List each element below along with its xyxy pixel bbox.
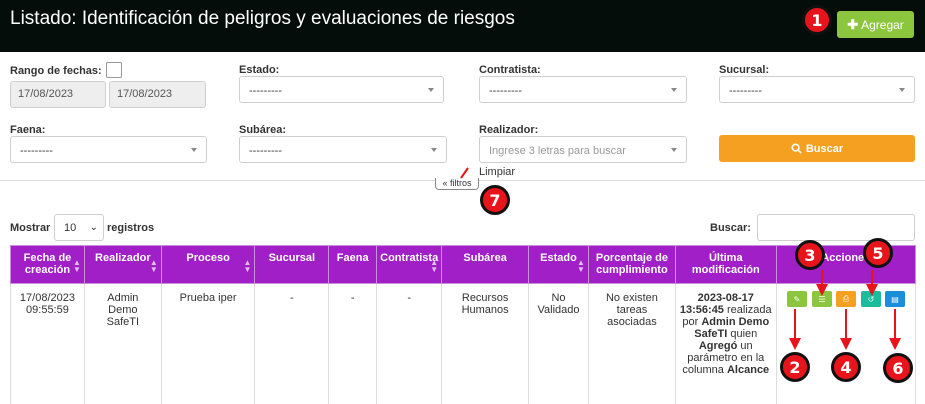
table-row: 17/08/2023 09:55:59 Admin Demo SafeTI Pr… — [10, 283, 917, 404]
pencil-icon: ✎ — [793, 294, 801, 304]
search-icon — [791, 143, 802, 154]
date-from-input[interactable]: 17/08/2023 — [10, 81, 106, 108]
page-header: Listado: Identificación de peligros y ev… — [0, 0, 925, 52]
cell-realizador: Admin Demo SafeTI — [83, 283, 162, 404]
caret-down-icon — [671, 88, 677, 92]
contratista-select-value: --------- — [489, 85, 522, 97]
table-search-input[interactable] — [757, 214, 915, 241]
date-range-checkbox[interactable] — [106, 62, 122, 78]
contratista-select[interactable]: --------- — [479, 76, 687, 103]
add-button[interactable]: ✚ Agregar — [837, 11, 914, 38]
sucursal-select[interactable]: --------- — [719, 76, 915, 103]
plus-icon: ✚ — [847, 16, 859, 32]
chevron-down-icon: ⌄ — [89, 222, 98, 233]
caret-down-icon — [191, 148, 197, 152]
estado-select-value: --------- — [249, 85, 282, 97]
page-length-value: 10 — [64, 222, 77, 234]
col-contratista[interactable]: Contratista ▲ ▼ — [376, 245, 443, 284]
sort-icon: ▲ ▼ — [243, 258, 252, 274]
subarea-select-value: --------- — [249, 145, 282, 157]
cell-contratista: - — [376, 283, 443, 404]
cell-subarea: Recursos Humanos — [441, 283, 530, 404]
col-proceso[interactable]: Proceso ▲ ▼ — [160, 245, 256, 284]
col-faena[interactable]: Faena — [328, 245, 378, 284]
realizador-placeholder: Ingrese 3 letras para buscar — [489, 145, 626, 157]
show-label: Mostrar — [10, 222, 51, 234]
filters-toggle[interactable]: « filtros — [435, 178, 479, 190]
list-icon: ☰ — [818, 294, 826, 304]
cell-fecha: 17/08/2023 09:55:59 — [10, 283, 85, 404]
page: Listado: Identificación de peligros y ev… — [0, 0, 925, 404]
page-length-select[interactable]: 10 ⌄ — [54, 214, 104, 241]
document-icon: ▤ — [891, 294, 899, 304]
faena-select[interactable]: --------- — [10, 136, 207, 163]
date-to-input[interactable]: 17/08/2023 — [109, 81, 206, 108]
cell-porcentaje: No existen tareas asociadas — [587, 283, 676, 404]
cell-ultima-modificacion: 2023-08-17 13:56:45 realizada por Admin … — [674, 283, 777, 404]
caret-down-icon — [428, 88, 434, 92]
col-fecha[interactable]: Fecha de creación ▲ ▼ — [10, 245, 85, 284]
risk-table: Fecha de creación ▲ ▼ Realizador ▲ ▼ Proceso… — [10, 245, 917, 404]
marker-3: 3 — [795, 240, 825, 270]
estado-label: Estado: — [239, 64, 280, 76]
marker-5: 5 — [863, 238, 893, 268]
clear-filters-link[interactable]: Limpiar — [479, 166, 515, 178]
subarea-label: Subárea: — [239, 124, 287, 136]
marker-7: 7 — [480, 185, 510, 215]
search-button[interactable]: Buscar — [719, 135, 915, 162]
col-subarea[interactable]: Subárea — [441, 245, 530, 284]
cell-faena: - — [328, 283, 378, 404]
col-porcentaje[interactable]: Porcentaje de cumplimiento — [587, 245, 676, 284]
sucursal-select-value: --------- — [729, 85, 762, 97]
caret-down-icon — [431, 148, 437, 152]
filters-toggle-label: filtros — [450, 178, 472, 188]
sort-icon: ▲ ▼ — [149, 258, 158, 274]
records-label: registros — [107, 222, 155, 234]
faena-select-value: --------- — [20, 145, 53, 157]
sucursal-label: Sucursal: — [719, 64, 770, 76]
col-ultima-modificacion[interactable]: Última modificación — [674, 245, 777, 284]
estado-select[interactable]: --------- — [239, 76, 444, 103]
cell-estado: No Validado — [528, 283, 589, 404]
col-estado[interactable]: Estado ▲ ▼ — [528, 245, 589, 284]
marker-2: 2 — [780, 352, 810, 382]
subarea-select[interactable]: --------- — [239, 136, 447, 163]
col-sucursal[interactable]: Sucursal — [254, 245, 330, 284]
cell-proceso: Prueba iper — [160, 283, 256, 404]
page-title: Listado: Identificación de peligros y ev… — [10, 8, 515, 29]
edit-button[interactable]: ✎ — [787, 291, 807, 307]
caret-down-icon — [671, 148, 677, 152]
history-button[interactable]: ↺ — [861, 291, 881, 307]
date-range-label: Rango de fechas: — [10, 65, 102, 77]
history-icon: ↺ — [867, 294, 875, 304]
list-button[interactable]: ☰ — [812, 291, 832, 307]
printer-icon: ⎙ — [842, 294, 850, 303]
realizador-label: Realizador: — [479, 124, 539, 136]
search-button-label: Buscar — [805, 142, 844, 155]
caret-down-icon — [899, 88, 905, 92]
marker-1: 1 — [802, 5, 832, 35]
add-button-label: Agregar — [861, 17, 904, 32]
realizador-search-input[interactable]: Ingrese 3 letras para buscar — [479, 136, 687, 163]
table-header-row: Fecha de creación ▲ ▼ Realizador ▲ ▼ Proceso… — [10, 245, 917, 284]
contratista-label: Contratista: — [479, 64, 541, 76]
table-search-label: Buscar: — [710, 222, 751, 234]
marker-4: 4 — [831, 352, 861, 382]
print-button[interactable]: ⎙ — [836, 291, 856, 307]
sort-icon: ▲ ▼ — [577, 258, 585, 274]
document-button[interactable]: ▤ — [885, 291, 905, 307]
marker-6: 6 — [883, 353, 913, 383]
sort-icon: ▲ ▼ — [72, 258, 81, 274]
cell-sucursal: - — [254, 283, 330, 404]
sort-icon: ▲ ▼ — [430, 258, 439, 274]
faena-label: Faena: — [10, 124, 46, 136]
col-realizador[interactable]: Realizador ▲ ▼ — [83, 245, 162, 284]
double-chevron-up-icon: « — [442, 178, 448, 188]
